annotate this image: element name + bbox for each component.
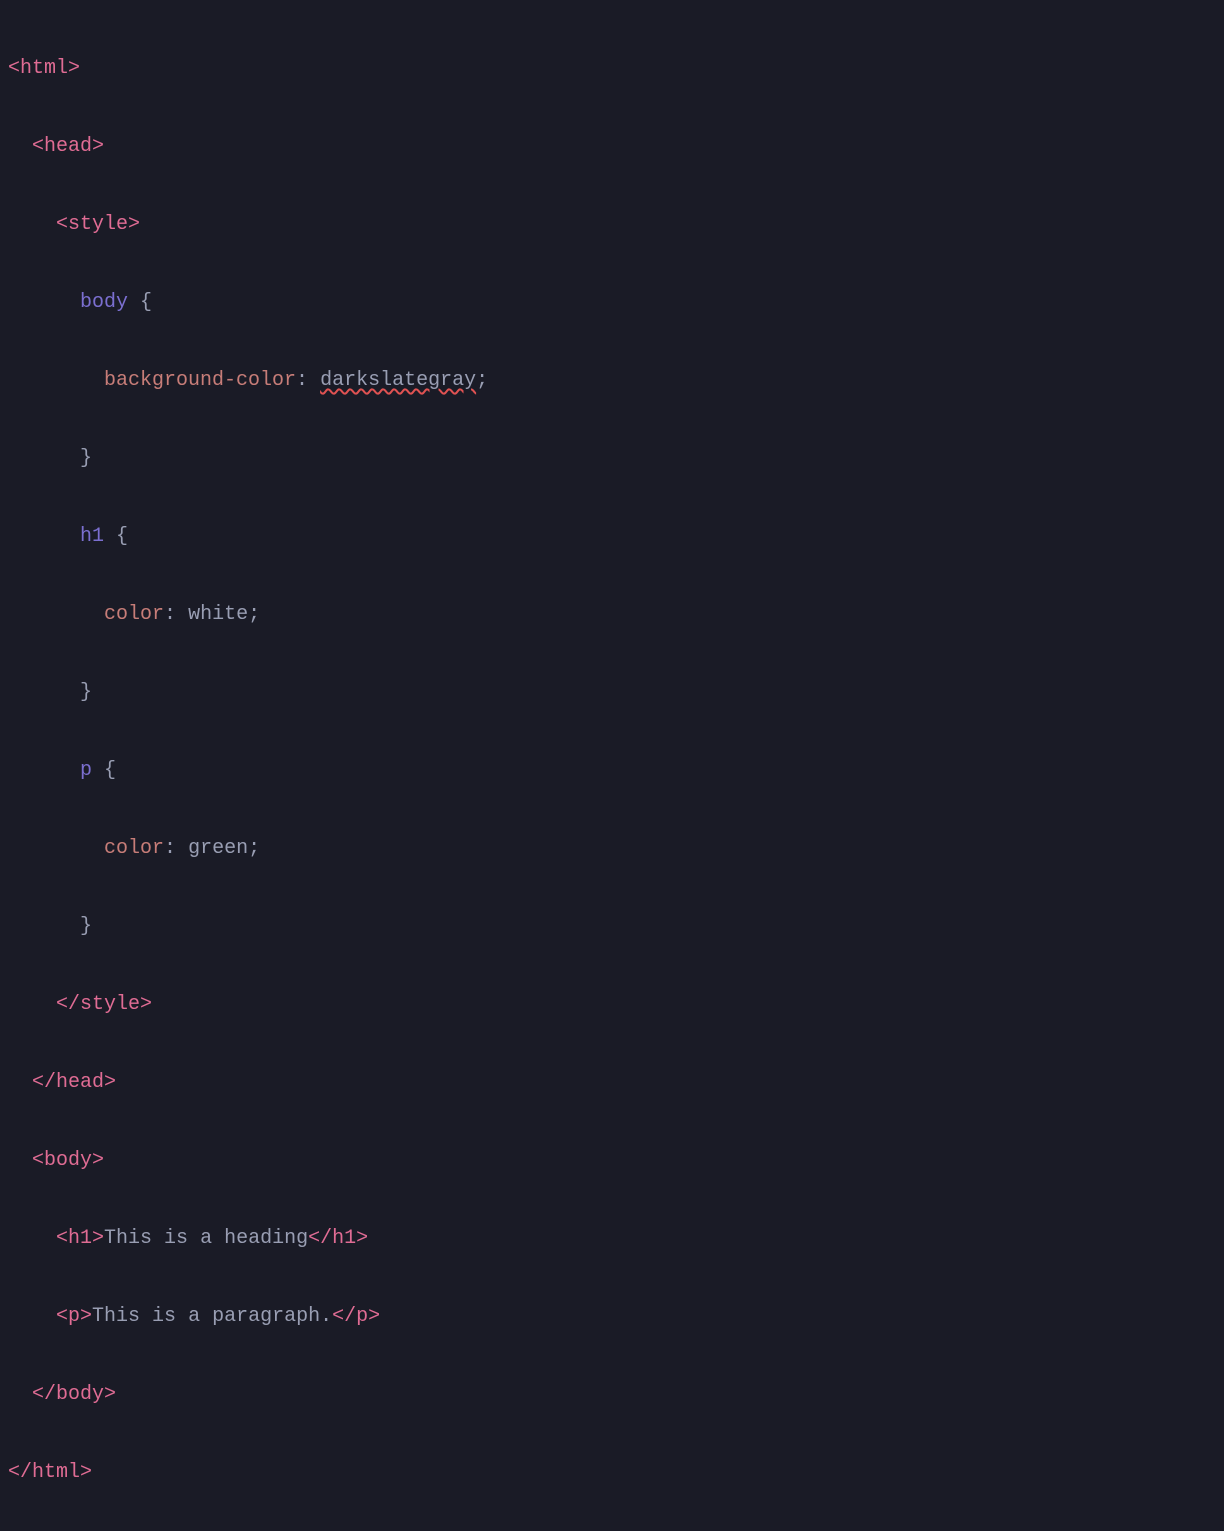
code-line: <head> — [8, 127, 1216, 166]
tag-style-close: style — [80, 993, 140, 1016]
brace: { — [140, 291, 152, 314]
code-line: </style> — [8, 985, 1216, 1024]
css-selector-body: body — [80, 291, 128, 314]
code-line: </head> — [8, 1063, 1216, 1102]
code-line: color: green; — [8, 829, 1216, 868]
bracket: < — [56, 1227, 68, 1250]
bracket: < — [8, 57, 20, 80]
code-line: color: white; — [8, 595, 1216, 634]
code-editor[interactable]: <html> <head> <style> body { background-… — [8, 10, 1216, 1531]
p-text: This is a paragraph. — [92, 1305, 332, 1328]
semicolon: ; — [248, 603, 260, 626]
bracket: > — [80, 1461, 92, 1484]
bracket: > — [128, 213, 140, 236]
tag-head-close: head — [56, 1071, 104, 1094]
code-line: </html> — [8, 1453, 1216, 1492]
bracket: > — [356, 1227, 368, 1250]
bracket: > — [68, 57, 80, 80]
tag-html-close: html — [32, 1461, 80, 1484]
bracket: > — [104, 1071, 116, 1094]
tag-body-close: body — [56, 1383, 104, 1406]
brace: } — [80, 681, 92, 704]
bracket: > — [368, 1305, 380, 1328]
bracket: < — [32, 1149, 44, 1172]
bracket: </ — [32, 1071, 56, 1094]
brace: } — [80, 447, 92, 470]
tag-h1-close: h1 — [332, 1227, 356, 1250]
bracket: </ — [332, 1305, 356, 1328]
semicolon: ; — [476, 369, 488, 392]
css-property: background-color — [104, 369, 296, 392]
tag-head: head — [44, 135, 92, 158]
code-line: background-color: darkslategray; — [8, 361, 1216, 400]
tag-p: p — [68, 1305, 80, 1328]
brace: } — [80, 915, 92, 938]
bracket: > — [104, 1383, 116, 1406]
tag-body: body — [44, 1149, 92, 1172]
h1-text: This is a heading — [104, 1227, 308, 1250]
bracket: </ — [8, 1461, 32, 1484]
semicolon: ; — [248, 837, 260, 860]
code-line: <h1>This is a heading</h1> — [8, 1219, 1216, 1258]
bracket: > — [140, 993, 152, 1016]
code-line: <p>This is a paragraph.</p> — [8, 1297, 1216, 1336]
bracket: < — [56, 213, 68, 236]
bracket: </ — [308, 1227, 332, 1250]
code-line: } — [8, 907, 1216, 946]
colon: : — [164, 603, 176, 626]
code-line: h1 { — [8, 517, 1216, 556]
tag-h1: h1 — [68, 1227, 92, 1250]
css-selector-p: p — [80, 759, 92, 782]
css-value: white — [188, 603, 248, 626]
brace: { — [116, 525, 128, 548]
css-property: color — [104, 603, 164, 626]
bracket: > — [92, 1149, 104, 1172]
bracket: < — [56, 1305, 68, 1328]
css-value-spellcheck: darkslategray — [320, 369, 476, 392]
tag-style: style — [68, 213, 128, 236]
code-line: <style> — [8, 205, 1216, 244]
code-line: </body> — [8, 1375, 1216, 1414]
tag-p-close: p — [356, 1305, 368, 1328]
bracket: > — [92, 135, 104, 158]
code-line: body { — [8, 283, 1216, 322]
code-line: <html> — [8, 49, 1216, 88]
colon: : — [164, 837, 176, 860]
bracket: < — [32, 135, 44, 158]
colon: : — [296, 369, 308, 392]
tag-html: html — [20, 57, 68, 80]
bracket: </ — [56, 993, 80, 1016]
code-line: p { — [8, 751, 1216, 790]
bracket: > — [80, 1305, 92, 1328]
css-property: color — [104, 837, 164, 860]
brace: { — [104, 759, 116, 782]
code-line: } — [8, 439, 1216, 478]
css-value: green — [188, 837, 248, 860]
code-line: } — [8, 673, 1216, 712]
bracket: </ — [32, 1383, 56, 1406]
code-line: <body> — [8, 1141, 1216, 1180]
css-selector-h1: h1 — [80, 525, 104, 548]
bracket: > — [92, 1227, 104, 1250]
